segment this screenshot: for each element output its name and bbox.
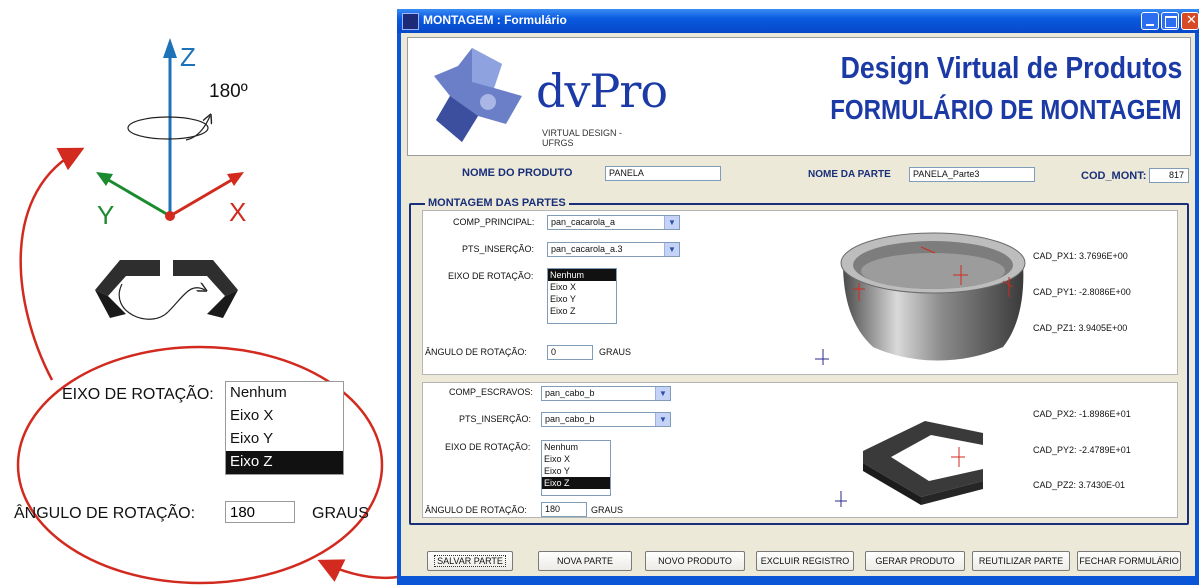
pts-insercao-value: pan_cacarola_a.3: [551, 244, 623, 254]
header-subtitle: FORMULÁRIO DE MONTAGEM: [830, 94, 1182, 125]
cad-py2: CAD_PY2: -2.4789E+01: [1033, 445, 1131, 455]
eixo-option[interactable]: Nenhum: [542, 441, 610, 453]
close-icon: ✕: [1186, 13, 1197, 28]
angulo-rotacao-label-2: ÂNGULO DE ROTAÇÃO:: [425, 505, 527, 515]
cad-px1: CAD_PX1: 3.7696E+00: [1033, 251, 1128, 261]
comp-escravos-label: COMP_ESCRAVOS:: [449, 387, 533, 397]
chevron-down-icon[interactable]: ▼: [664, 216, 679, 229]
comp-principal-label: COMP_PRINCIPAL:: [453, 217, 535, 227]
eixo-option-selected[interactable]: Nenhum: [548, 269, 616, 281]
window-title: MONTAGEM : Formulário: [423, 13, 567, 27]
pts-insercao-label-2: PTS_INSERÇÃO:: [459, 414, 532, 424]
comp-escravos-select[interactable]: pan_cabo_b ▼: [541, 386, 671, 401]
eixo-option-selected[interactable]: Eixo Z: [542, 477, 610, 489]
graus-label: GRAUS: [599, 347, 632, 357]
rotation-degrees-label: 180º: [209, 81, 248, 102]
zoom-eixo-option-selected[interactable]: Eixo Z: [226, 451, 343, 474]
zoom-graus-label: GRAUS: [312, 505, 369, 522]
comp-principal-select[interactable]: pan_cacarola_a ▼: [547, 215, 680, 230]
chevron-down-icon[interactable]: ▼: [655, 387, 670, 400]
title-bar[interactable]: MONTAGEM : Formulário ✕: [397, 9, 1199, 33]
minimize-icon: [1146, 24, 1154, 26]
nome-parte-label: NOME DA PARTE: [808, 169, 891, 180]
eixo-option[interactable]: Eixo Y: [548, 293, 616, 305]
zoom-eixo-option[interactable]: Eixo X: [226, 405, 343, 428]
zoom-angulo-input[interactable]: 180: [225, 501, 295, 523]
eixo-rotacao-label: EIXO DE ROTAÇÃO:: [448, 271, 534, 281]
axes-icon: [96, 38, 244, 221]
maximize-button[interactable]: [1161, 12, 1179, 30]
graus-label-2: GRAUS: [591, 505, 624, 515]
eixo-option[interactable]: Eixo Y: [542, 465, 610, 477]
novo-produto-button[interactable]: NOVO PRODUTO: [645, 551, 745, 571]
x-axis-label: X: [229, 197, 247, 227]
close-button[interactable]: ✕: [1181, 12, 1199, 30]
pts-insercao-value-2: pan_cabo_b: [545, 414, 595, 424]
dvpro-logo: dvPro VIRTUAL DESIGN - UFRGS: [432, 46, 668, 148]
form-client-area: dvPro VIRTUAL DESIGN - UFRGS Design Virt…: [401, 33, 1195, 576]
angulo-rotacao-input-2[interactable]: 180: [541, 502, 587, 517]
angulo-rotacao-input[interactable]: 0: [547, 345, 593, 360]
cad-pz1: CAD_PZ1: 3.9405E+00: [1033, 323, 1128, 333]
angulo-rotacao-label: ÂNGULO DE ROTAÇÃO:: [425, 347, 527, 357]
chevron-down-icon[interactable]: ▼: [664, 243, 679, 256]
eixo-rotacao-list[interactable]: Nenhum Eixo X Eixo Y Eixo Z: [547, 268, 617, 324]
gerar-produto-button[interactable]: GERAR PRODUTO: [865, 551, 965, 571]
principal-panel: COMP_PRINCIPAL: pan_cacarola_a ▼ PTS_INS…: [422, 210, 1178, 375]
cod-mont-input[interactable]: 817: [1149, 168, 1189, 183]
handle-model-view: [835, 421, 983, 507]
header-title: Design Virtual de Produtos: [840, 50, 1182, 85]
montagem-window: MONTAGEM : Formulário ✕ dvPro VIRTUAL DE…: [397, 9, 1199, 585]
minimize-button[interactable]: [1141, 12, 1159, 30]
pts-insercao-label: PTS_INSERÇÃO:: [462, 244, 535, 254]
y-axis-label: Y: [97, 200, 115, 230]
cad-px2: CAD_PX2: -1.8986E+01: [1033, 409, 1131, 419]
group-title: MONTAGEM DAS PARTES: [425, 197, 569, 209]
excluir-registro-button[interactable]: EXCLUIR REGISTRO: [756, 551, 854, 571]
salvar-parte-button[interactable]: SALVAR PARTE: [427, 551, 513, 571]
zoom-eixo-option[interactable]: Eixo Y: [226, 428, 343, 451]
zoom-angulo-label: ÂNGULO DE ROTAÇÃO:: [14, 505, 196, 522]
zoom-eixo-label: EIXO DE ROTAÇÃO:: [62, 386, 214, 403]
comp-escravos-value: pan_cabo_b: [545, 388, 595, 398]
cod-mont-label: COD_MONT:: [1081, 170, 1147, 182]
logo-text: dvPro: [536, 64, 668, 118]
z-axis-label: Z: [180, 42, 196, 72]
nova-parte-button[interactable]: NOVA PARTE: [538, 551, 632, 571]
maximize-icon: [1165, 16, 1177, 28]
nome-parte-input[interactable]: PANELA_Parte3: [909, 167, 1035, 182]
comp-principal-value: pan_cacarola_a: [551, 217, 616, 227]
bracket-pieces-icon: [95, 260, 238, 320]
escravos-panel: COMP_ESCRAVOS: pan_cabo_b ▼ PTS_INSERÇÃO…: [422, 382, 1178, 518]
eixo-option[interactable]: Eixo Z: [548, 305, 616, 317]
reutilizar-parte-button[interactable]: REUTILIZAR PARTE: [972, 551, 1070, 571]
eixo-option[interactable]: Eixo X: [542, 453, 610, 465]
eixo-rotacao-list-2[interactable]: Nenhum Eixo X Eixo Y Eixo Z: [541, 440, 611, 496]
cad-py1: CAD_PY1: -2.8086E+00: [1033, 287, 1131, 297]
zoom-eixo-option[interactable]: Nenhum: [226, 382, 343, 405]
eixo-rotacao-label-2: EIXO DE ROTAÇÃO:: [445, 442, 531, 452]
eixo-option[interactable]: Eixo X: [548, 281, 616, 293]
app-icon: [402, 13, 419, 30]
nome-produto-label: NOME DO PRODUTO: [462, 167, 573, 179]
pan-model-view: [815, 232, 1026, 365]
pts-insercao-select[interactable]: pan_cacarola_a.3 ▼: [547, 242, 680, 257]
form-header: dvPro VIRTUAL DESIGN - UFRGS Design Virt…: [407, 37, 1191, 156]
fechar-formulario-button[interactable]: FECHAR FORMULÁRIO: [1077, 551, 1181, 571]
montagem-group: MONTAGEM DAS PARTES COMP_PRINCIPAL: pan_…: [409, 197, 1189, 525]
logo-subtitle: VIRTUAL DESIGN - UFRGS: [542, 128, 623, 148]
pointer-arrow-to-axes: [19, 147, 85, 381]
rotation-arrow-icon: [127, 116, 210, 141]
button-bar: SALVAR PARTE NOVA PARTE NOVO PRODUTO EXC…: [401, 541, 1195, 576]
zoom-eixo-list[interactable]: Nenhum Eixo X Eixo Y Eixo Z: [225, 381, 344, 475]
cad-pz2: CAD_PZ2: 3.7430E-01: [1033, 480, 1126, 490]
chevron-down-icon[interactable]: ▼: [655, 413, 670, 426]
nome-produto-input[interactable]: PANELA: [605, 166, 721, 181]
pts-insercao-select-2[interactable]: pan_cabo_b ▼: [541, 412, 671, 427]
puzzle-logo-icon: [434, 48, 522, 142]
